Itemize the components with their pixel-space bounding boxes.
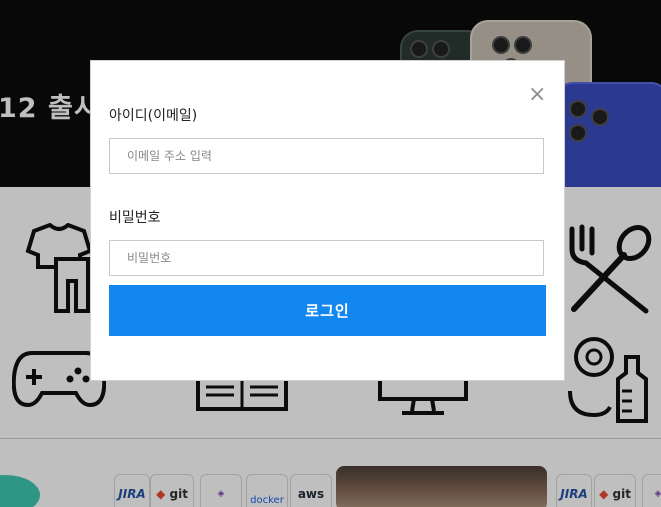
login-button[interactable]: 로그인: [109, 285, 546, 336]
password-input[interactable]: [109, 240, 544, 276]
id-label: 아이디(이메일): [109, 108, 198, 124]
email-input[interactable]: [109, 138, 544, 174]
password-label: 비밀번호: [109, 210, 161, 226]
close-icon[interactable]: ×: [528, 84, 546, 106]
login-modal: × 아이디(이메일) 비밀번호 로그인: [90, 60, 565, 381]
